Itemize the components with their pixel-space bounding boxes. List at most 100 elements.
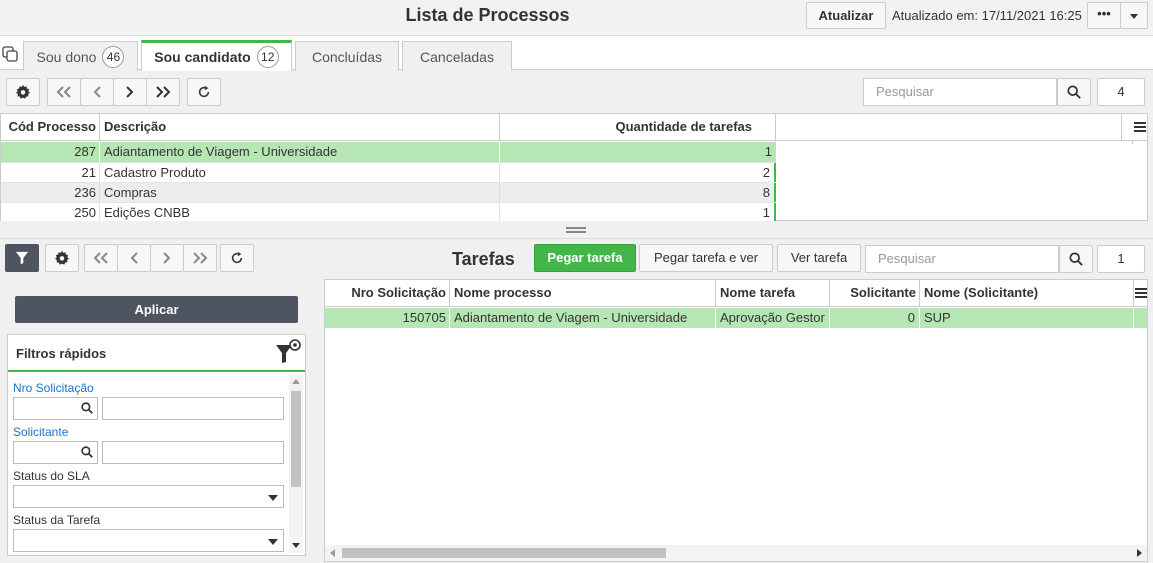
panel-splitter[interactable]	[0, 221, 1153, 239]
chevron-left-icon	[130, 252, 138, 264]
scrollbar-thumb[interactable]	[342, 548, 666, 558]
column-menu-button[interactable]	[1122, 114, 1148, 141]
view-task-button[interactable]: Ver tarefa	[777, 244, 861, 272]
process-count-box[interactable]: 4	[1097, 78, 1145, 106]
more-options-button[interactable]: •••	[1087, 2, 1121, 29]
tab-label: Concluídas	[311, 48, 383, 65]
last-page-button[interactable]	[146, 78, 180, 106]
column-header-solicitante[interactable]: Solicitante	[830, 280, 920, 307]
splitter-grip	[566, 231, 586, 233]
first-page-button[interactable]	[84, 244, 118, 272]
filters-header: Filtros rápidos	[8, 335, 305, 372]
column-header-nro-solicitacao[interactable]: Nro Solicitação	[325, 280, 450, 307]
filter-label-nro-solicitacao: Nro Solicitação	[13, 381, 94, 395]
hamburger-menu-icon	[1135, 288, 1147, 298]
previous-page-button[interactable]	[117, 244, 151, 272]
filter-add-icon[interactable]	[275, 339, 301, 365]
column-header-codigo[interactable]: Cód Processo	[1, 114, 100, 141]
search-icon	[1067, 85, 1081, 99]
scroll-down-icon[interactable]	[292, 543, 300, 549]
first-page-button[interactable]	[47, 78, 81, 106]
status-tarefa-select[interactable]	[13, 529, 284, 552]
nro-solicitacao-lookup-field[interactable]	[13, 397, 98, 420]
double-chevron-right-icon	[156, 86, 171, 98]
settings-button[interactable]	[45, 244, 79, 272]
filters-title: Filtros rápidos	[16, 346, 107, 361]
chevron-left-icon	[93, 86, 101, 98]
gear-icon	[55, 251, 69, 265]
tab-label: Sou candidato	[154, 49, 251, 65]
table-row[interactable]: 250 Edições CNBB 1	[1, 202, 776, 223]
search-icon[interactable]	[81, 402, 93, 414]
solicitante-field[interactable]	[102, 441, 284, 464]
filter-toggle-button[interactable]	[5, 244, 39, 272]
tab-count-badge: 12	[256, 46, 279, 68]
take-task-button[interactable]: Pegar tarefa	[534, 244, 636, 272]
settings-button[interactable]	[6, 78, 40, 106]
cell-tasks: 1	[500, 203, 776, 223]
scrollbar-thumb[interactable]	[291, 391, 301, 487]
scroll-left-icon[interactable]	[329, 549, 335, 557]
filters-scrollbar[interactable]	[289, 375, 303, 553]
tasks-table: Nro Solicitação Nome processo Nome taref…	[324, 279, 1148, 562]
reload-button[interactable]	[187, 78, 221, 106]
tab-canceladas[interactable]: Canceladas	[402, 41, 512, 71]
cell-code: 287	[1, 142, 100, 162]
column-header-nome-tarefa[interactable]: Nome tarefa	[716, 280, 830, 307]
table-row[interactable]: 150705 Adiantamento de Viagem - Universi…	[325, 308, 1147, 328]
double-chevron-left-icon	[56, 86, 71, 98]
double-chevron-left-icon	[93, 252, 108, 264]
next-page-button[interactable]	[113, 78, 147, 106]
table-row[interactable]: 287 Adiantamento de Viagem - Universidad…	[1, 142, 776, 162]
search-icon[interactable]	[81, 446, 93, 458]
tasks-search-input[interactable]: Pesquisar	[865, 245, 1059, 273]
column-header-quantidade[interactable]: Quantidade de tarefas	[500, 114, 776, 141]
cell-nome-processo: Adiantamento de Viagem - Universidade	[450, 308, 716, 328]
column-header-nome-processo[interactable]: Nome processo	[450, 280, 716, 307]
column-header-nome-solicitante[interactable]: Nome (Solicitante)	[920, 280, 1134, 307]
chevron-down-icon	[268, 539, 278, 545]
filter-icon	[15, 251, 29, 265]
tab-sou-dono[interactable]: Sou dono 46	[23, 41, 138, 71]
filter-label-status-tarefa: Status da Tarefa	[13, 513, 101, 527]
refresh-icon	[231, 251, 243, 264]
process-search-input[interactable]: Pesquisar	[863, 78, 1057, 106]
take-and-view-task-button[interactable]: Pegar tarefa e ver	[639, 244, 773, 272]
tab-concluidas[interactable]: Concluídas	[295, 41, 399, 71]
tab-sou-candidato[interactable]: Sou candidato 12	[141, 40, 292, 71]
status-sla-select[interactable]	[13, 485, 284, 508]
dropdown-caret-button[interactable]	[1120, 2, 1148, 29]
hamburger-menu-icon	[1134, 122, 1146, 132]
chevron-down-icon	[1130, 14, 1138, 19]
refresh-icon	[198, 85, 210, 98]
table-row[interactable]: 21 Cadastro Produto 2	[1, 162, 776, 183]
apply-filters-button[interactable]: Aplicar	[15, 296, 298, 323]
scroll-right-icon[interactable]	[1137, 549, 1143, 557]
chevron-right-icon	[126, 86, 134, 98]
cell-nro-solicitacao: 150705	[325, 308, 450, 328]
splitter-grip	[566, 227, 586, 229]
column-menu-button[interactable]	[1134, 280, 1147, 307]
copy-icon[interactable]	[2, 46, 18, 62]
table-row[interactable]: 236 Compras 8	[1, 182, 776, 203]
divider	[1132, 141, 1133, 144]
header-bar: Lista de Processos Atualizar Atualizado …	[0, 0, 1153, 36]
nro-solicitacao-field[interactable]	[102, 397, 284, 420]
solicitante-lookup-field[interactable]	[13, 441, 98, 464]
previous-page-button[interactable]	[80, 78, 114, 106]
gear-icon	[16, 85, 30, 99]
next-page-button[interactable]	[150, 244, 184, 272]
scroll-up-icon[interactable]	[292, 378, 300, 384]
last-page-button[interactable]	[183, 244, 217, 272]
reload-button[interactable]	[220, 244, 254, 272]
refresh-button[interactable]: Atualizar	[806, 2, 886, 29]
cell-code: 250	[1, 203, 100, 223]
tasks-count-box[interactable]: 1	[1097, 245, 1145, 273]
column-header-descricao[interactable]: Descrição	[100, 114, 500, 141]
cell-solicitante: 0	[830, 308, 920, 328]
tasks-search-button[interactable]	[1059, 245, 1093, 273]
tasks-horizontal-scrollbar[interactable]	[325, 545, 1147, 561]
process-search-button[interactable]	[1057, 78, 1091, 106]
double-chevron-right-icon	[193, 252, 208, 264]
tasks-section-title: Tarefas	[452, 249, 515, 269]
